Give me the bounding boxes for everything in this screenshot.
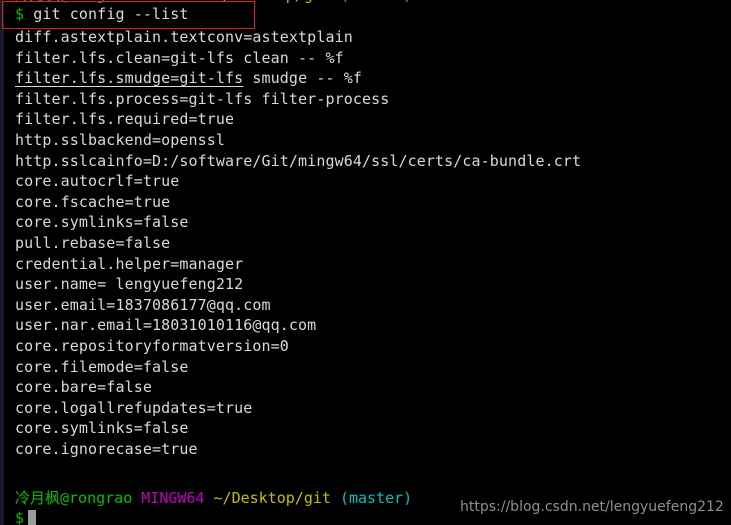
command-line: $ git config --list (15, 4, 189, 25)
output-line: user.name= lengyuefeng212 (15, 275, 244, 294)
watermark-text: https://blog.csdn.net/lengyuefeng212 (460, 499, 724, 515)
output-line: filter.lfs.required=true (15, 110, 235, 129)
output-line: credential.helper=manager (15, 254, 244, 273)
output-line-smudge: filter.lfs.smudge=git-lfs smudge -- %f (15, 68, 362, 89)
output-line: pull.rebase=false (15, 234, 171, 252)
output-line: core.repositoryformatversion=0 (15, 337, 289, 355)
output-line: user.email=1837086177@qq.com (15, 295, 271, 314)
terminal-screen[interactable]: 冷月枫@rongrao MINGW64 ~/Desktop/git (maste… (0, 0, 731, 525)
output-line: core.fscache=true (15, 192, 171, 211)
text-cursor (28, 510, 37, 525)
output-line: core.filemode=false (15, 357, 189, 376)
output-line: core.ignorecase=true (15, 440, 198, 458)
smudge-underlined-text: filter.lfs.smudge=git-lfs (15, 69, 244, 88)
output-line: filter.lfs.process=git-lfs filter-proces… (15, 89, 390, 108)
prompt-user-host: 冷月枫@rongrao (15, 489, 133, 507)
output-line: http.sslbackend=openssl (15, 131, 226, 149)
output-line: http.sslcainfo=D:/software/Git/mingw64/s… (15, 151, 582, 170)
output-line: core.autocrlf=true (15, 172, 180, 191)
output-line: user.nar.email=18031010116@qq.com (15, 316, 317, 335)
prompt-sigil: $ (15, 509, 25, 525)
command-sigil: $ (15, 5, 25, 23)
output-line: filter.lfs.clean=git-lfs clean -- %f (15, 48, 344, 67)
prompt-shell: MINGW64 (141, 489, 205, 507)
output-line: diff.astextplain.textconv=astextplain (15, 28, 353, 46)
terminal-window[interactable]: 冷月枫@rongrao MINGW64 ~/Desktop/git (maste… (0, 0, 731, 525)
command-text: git config --list (24, 5, 189, 23)
output-line: core.symlinks=false (15, 213, 189, 232)
prompt-path: ~/Desktop/git (213, 489, 331, 507)
prompt-branch: (master) (339, 489, 413, 507)
prompt-input-line[interactable]: $ (15, 508, 37, 525)
output-line: core.symlinks=false (15, 419, 189, 438)
smudge-rest-text: smudge -- %f (243, 69, 362, 88)
shell-prompt: 冷月枫@rongrao MINGW64 ~/Desktop/git (maste… (15, 488, 412, 509)
output-line: core.logallrefupdates=true (15, 398, 253, 417)
output-line: core.bare=false (15, 378, 152, 397)
